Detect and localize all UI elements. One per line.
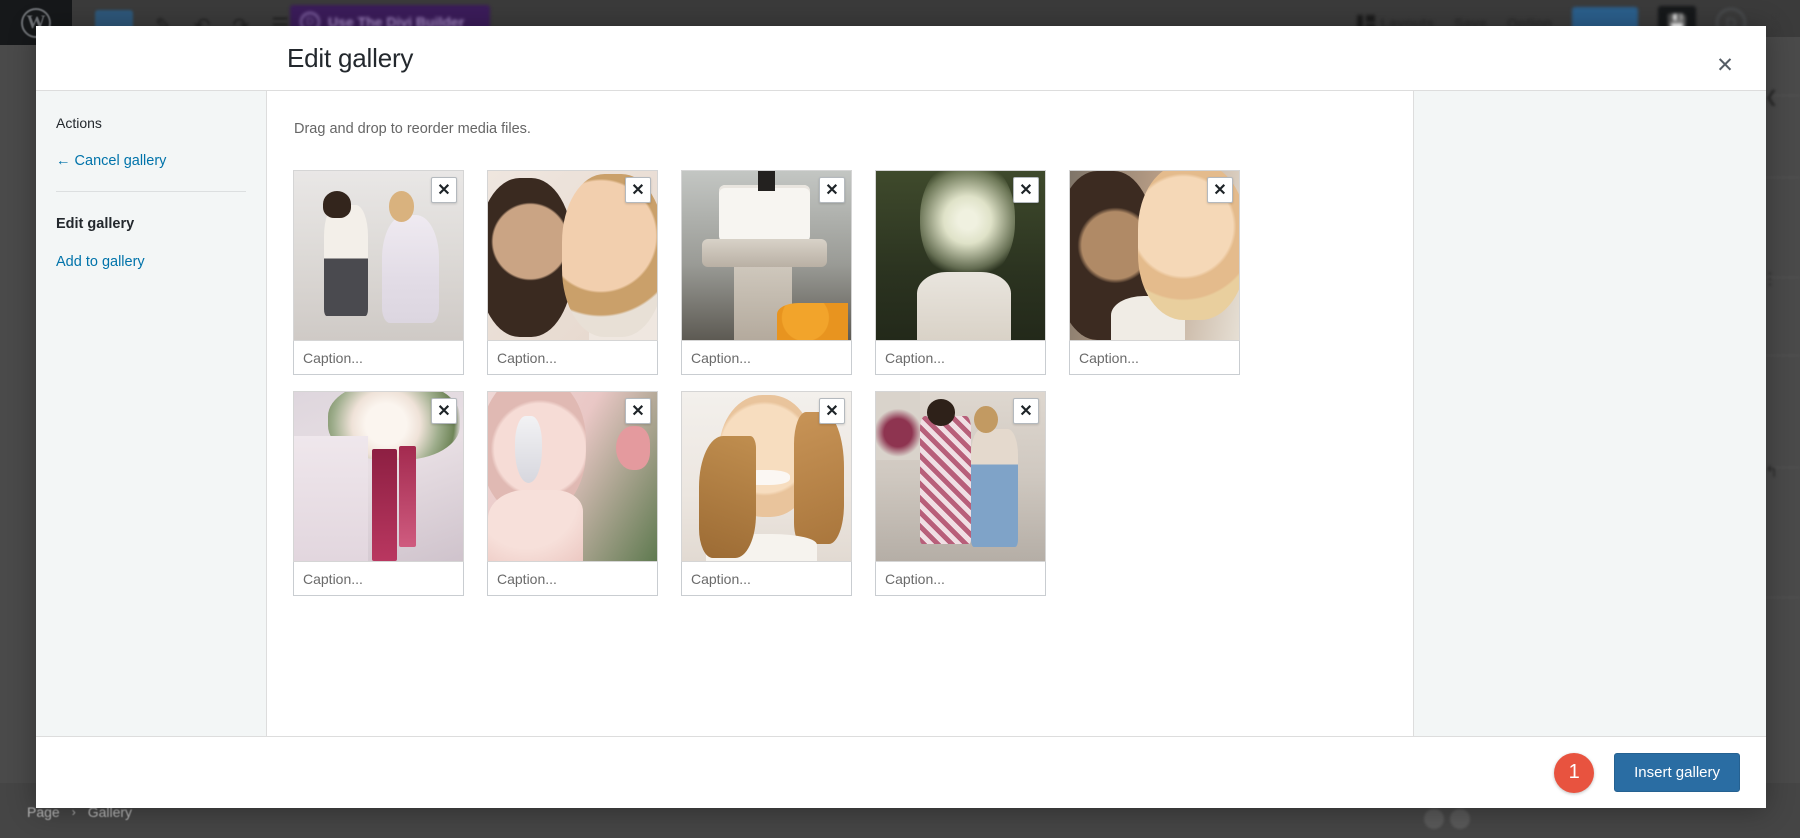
modal-footer: 1 Insert gallery xyxy=(36,736,1766,808)
remove-image-icon[interactable]: ✕ xyxy=(431,398,457,424)
gallery-item-image[interactable]: ✕ xyxy=(293,170,464,341)
more-options-icon[interactable]: ⋮ xyxy=(1766,11,1786,36)
remove-image-icon[interactable]: ✕ xyxy=(1013,177,1039,203)
gallery-item-image[interactable]: ✕ xyxy=(681,170,852,341)
remove-image-icon[interactable]: ✕ xyxy=(819,177,845,203)
gallery-item-image[interactable]: ✕ xyxy=(487,170,658,341)
gallery-item-image[interactable]: ✕ xyxy=(487,391,658,562)
gallery-item[interactable]: ✕ Caption... xyxy=(875,170,1046,375)
gallery-item[interactable]: ✕ Caption... xyxy=(681,391,852,596)
bottom-bar-icons xyxy=(1424,809,1470,829)
remove-image-icon[interactable]: ✕ xyxy=(1013,398,1039,424)
sidebar-divider xyxy=(56,191,246,192)
gallery-item-image[interactable]: ✕ xyxy=(875,391,1046,562)
caption-input[interactable]: Caption... xyxy=(681,341,852,375)
remove-image-icon[interactable]: ✕ xyxy=(625,398,651,424)
panel-arrow-icon[interactable]: ↰ xyxy=(1765,462,1778,482)
gallery-item-image[interactable]: ✕ xyxy=(1069,170,1240,341)
remove-image-icon[interactable]: ✕ xyxy=(431,177,457,203)
remove-image-icon[interactable]: ✕ xyxy=(625,177,651,203)
modal-content: Drag and drop to reorder media files. ✕ C… xyxy=(267,91,1766,736)
sidebar-heading: Actions xyxy=(56,115,246,131)
caption-input[interactable]: Caption... xyxy=(1069,341,1240,375)
gallery-item-image[interactable]: ✕ xyxy=(293,391,464,562)
step-badge: 1 xyxy=(1554,753,1594,793)
caption-input[interactable]: Caption... xyxy=(487,341,658,375)
close-icon[interactable]: ✕ xyxy=(1704,44,1746,86)
gallery-item[interactable]: ✕ Caption... xyxy=(293,391,464,596)
gallery-item[interactable]: ✕ Caption... xyxy=(293,170,464,375)
caption-input[interactable]: Caption... xyxy=(681,562,852,596)
gallery-item-image[interactable]: ✕ xyxy=(875,170,1046,341)
gallery-grid: ✕ Caption... ✕ Caption... ✕ Caption... ✕ Captio… xyxy=(293,170,1387,596)
gallery-item[interactable]: ✕ Caption... xyxy=(1069,170,1240,375)
sidebar-item-edit-gallery: Edit gallery xyxy=(56,216,246,232)
status-icon-a[interactable] xyxy=(1424,809,1444,829)
caption-input[interactable]: Caption... xyxy=(487,562,658,596)
remove-image-icon[interactable]: ✕ xyxy=(1207,177,1233,203)
gallery-pane: Drag and drop to reorder media files. ✕ C… xyxy=(267,91,1414,736)
gallery-item[interactable]: ✕ Caption... xyxy=(681,170,852,375)
insert-gallery-button[interactable]: Insert gallery xyxy=(1614,753,1740,792)
gallery-item[interactable]: ✕ Caption... xyxy=(875,391,1046,596)
gallery-item[interactable]: ✕ Caption... xyxy=(487,170,658,375)
gallery-settings-pane xyxy=(1414,91,1766,736)
modal-body: Actions ← Cancel gallery Edit gallery Ad… xyxy=(36,91,1766,736)
gallery-item-image[interactable]: ✕ xyxy=(681,391,852,562)
modal-header: Edit gallery ✕ xyxy=(36,26,1766,91)
sidebar-item-cancel-gallery[interactable]: ← Cancel gallery xyxy=(56,153,246,169)
status-icon-b[interactable] xyxy=(1450,809,1470,829)
sidebar-item-add-to-gallery[interactable]: Add to gallery xyxy=(56,254,246,270)
reorder-hint: Drag and drop to reorder media files. xyxy=(293,121,1387,137)
caption-input[interactable]: Caption... xyxy=(875,562,1046,596)
caption-input[interactable]: Caption... xyxy=(293,562,464,596)
collapse-chevron-icon[interactable]: ❮ xyxy=(1765,87,1778,107)
modal-sidebar: Actions ← Cancel gallery Edit gallery Ad… xyxy=(36,91,267,736)
gallery-item[interactable]: ✕ Caption... xyxy=(487,391,658,596)
page-title: Edit gallery xyxy=(287,43,413,74)
remove-image-icon[interactable]: ✕ xyxy=(819,398,845,424)
edit-gallery-modal: Edit gallery ✕ Actions ← Cancel gallery … xyxy=(36,26,1766,808)
caption-input[interactable]: Caption... xyxy=(293,341,464,375)
caption-input[interactable]: Caption... xyxy=(875,341,1046,375)
